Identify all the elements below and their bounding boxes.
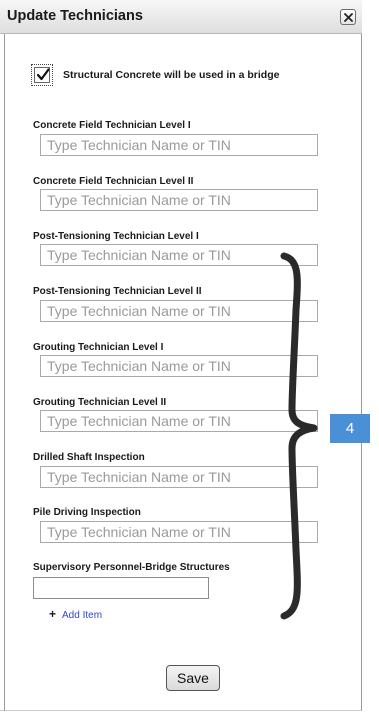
close-icon [344, 13, 353, 22]
field-label: Concrete Field Technician Level II [33, 176, 194, 187]
dialog-titlebar: Update Technicians [0, 0, 362, 34]
field-label: Post-Tensioning Technician Level I [33, 231, 199, 242]
supervisory-label: Supervisory Personnel-Bridge Structures [33, 562, 230, 573]
field-label: Drilled Shaft Inspection [33, 452, 145, 463]
curly-brace-annotation [280, 252, 318, 620]
save-button[interactable]: Save [166, 665, 220, 691]
field-label: Pile Driving Inspection [33, 507, 141, 518]
field-label: Post-Tensioning Technician Level II [33, 286, 202, 297]
technician-input[interactable] [40, 134, 318, 156]
checkmark-icon [36, 68, 50, 81]
dialog-left-border [4, 34, 5, 711]
close-button[interactable] [340, 9, 356, 25]
field-label: Grouting Technician Level I [33, 342, 164, 353]
plus-icon: + [49, 607, 57, 621]
field-label: Concrete Field Technician Level I [33, 120, 191, 131]
annotation-badge: 4 [330, 414, 370, 443]
field-label: Grouting Technician Level II [33, 397, 167, 408]
add-item-link[interactable]: + Add Item [49, 607, 102, 621]
structural-concrete-checkbox[interactable] [31, 64, 53, 86]
structural-concrete-label: Structural Concrete will be used in a br… [63, 69, 280, 81]
add-item-label: Add Item [62, 610, 103, 621]
dialog-title: Update Technicians [7, 8, 143, 24]
technician-input[interactable] [40, 189, 318, 211]
supervisory-input[interactable] [33, 577, 209, 599]
